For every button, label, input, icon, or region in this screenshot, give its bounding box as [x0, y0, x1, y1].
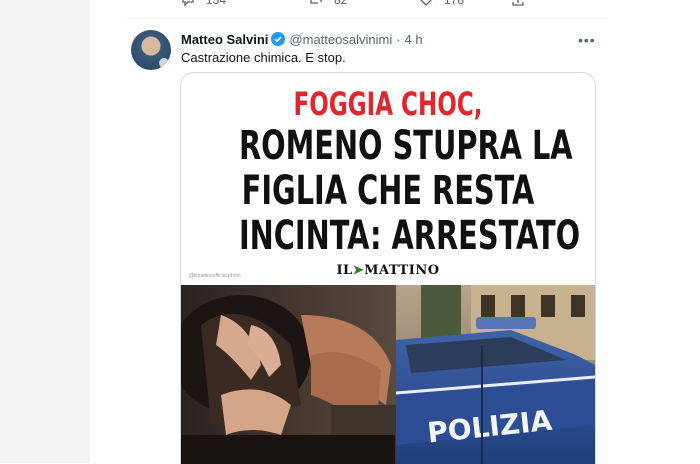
reply-count: 134 — [206, 0, 227, 7]
left-background — [0, 0, 90, 463]
tweet-timestamp[interactable]: 4 h — [405, 32, 423, 47]
author-handle[interactable]: @matteosalvinimi — [289, 32, 392, 47]
tweet-header: Matteo Salvini @matteosalvinimi · 4 h — [181, 30, 423, 48]
header-separator: · — [396, 31, 401, 47]
headline-line-3: FIGLIA CHE RESTA — [241, 168, 535, 214]
retweet-icon — [310, 0, 322, 4]
retweet-count: 82 — [334, 0, 348, 7]
like-button[interactable]: 178 — [418, 0, 464, 8]
newspaper-logo: IL➤MATTINO — [181, 263, 595, 278]
news-photo-illustration: POLIZIA — [181, 285, 595, 464]
previous-tweet-actions: 134 82 178 — [90, 0, 608, 10]
news-photo: POLIZIA — [181, 285, 595, 464]
logo-suffix: MATTINO — [364, 263, 440, 278]
headline-line-4: INCINTA: ARRESTATO — [238, 213, 581, 259]
reply-button[interactable]: 134 — [180, 0, 226, 8]
headline-line-2: ROMENO STUPRA LA — [238, 123, 573, 169]
share-button[interactable] — [510, 0, 526, 8]
author-avatar[interactable] — [131, 30, 171, 70]
tweet-divider — [126, 18, 608, 19]
headline-line-1: FOGGIA CHOC, — [293, 85, 483, 123]
tweet-text: Castrazione chimica. E stop. — [181, 50, 346, 65]
retweet-button[interactable]: 82 — [308, 0, 347, 8]
avatar-badge — [159, 58, 169, 68]
logo-arrow-icon: ➤ — [352, 263, 365, 278]
like-count: 178 — [444, 0, 465, 7]
more-options-icon[interactable]: ••• — [578, 32, 596, 48]
logo-prefix: IL — [336, 263, 353, 278]
like-icon — [420, 0, 432, 6]
tweet-media[interactable]: FOGGIA CHOC, ROMENO STUPRA LA FIGLIA CHE… — [180, 72, 596, 464]
author-name[interactable]: Matteo Salvini — [181, 32, 268, 47]
verified-badge-icon — [271, 32, 286, 46]
share-icon — [512, 0, 524, 6]
right-background — [608, 0, 700, 463]
reply-icon — [182, 0, 194, 7]
